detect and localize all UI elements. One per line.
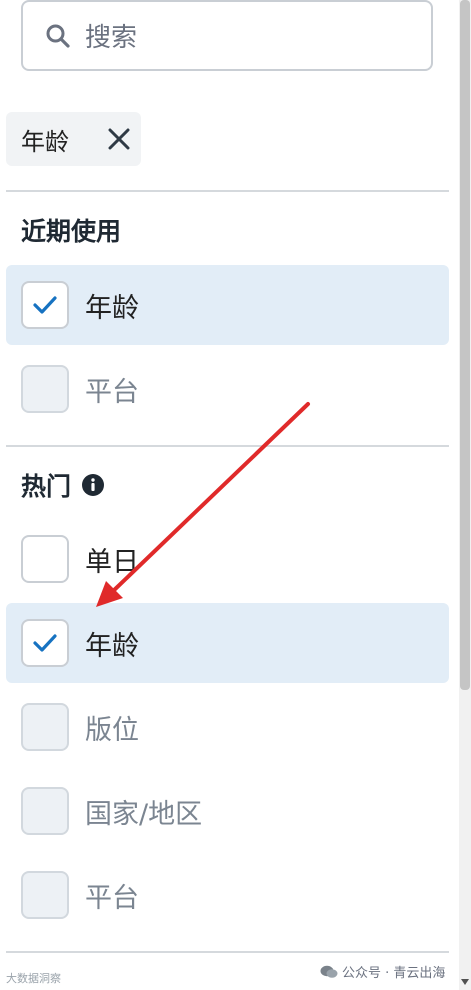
watermark-right-text: 公众号 · 青云出海 [342, 966, 446, 981]
section-divider [6, 445, 449, 447]
search-input[interactable]: 搜索 [21, 0, 433, 71]
active-filter-label: 年龄 [21, 127, 69, 156]
checkbox-unchecked[interactable] [21, 703, 69, 751]
popular-option-day[interactable]: 单日 [6, 519, 449, 599]
popular-option-platform[interactable]: 平台 [6, 855, 449, 935]
active-filter-chip: 年龄 [6, 112, 141, 166]
recent-option-platform[interactable]: 平台 [6, 349, 449, 429]
wechat-icon [320, 965, 338, 978]
search-placeholder: 搜索 [85, 23, 138, 53]
checkbox-unchecked[interactable] [21, 787, 69, 835]
option-label: 国家/地区 [85, 798, 203, 830]
section-divider [6, 951, 449, 953]
watermark-left: 大数据洞察 [6, 972, 61, 985]
checkbox-unchecked[interactable] [21, 871, 69, 919]
popular-option-age[interactable]: 年龄 [6, 603, 449, 683]
popular-option-placement[interactable]: 版位 [6, 687, 449, 767]
option-label: 年龄 [85, 292, 139, 324]
popular-option-country[interactable]: 国家/地区 [6, 771, 449, 851]
checkbox-checked[interactable] [21, 281, 69, 329]
recent-option-age[interactable]: 年龄 [6, 265, 449, 345]
scrollbar[interactable] [459, 0, 471, 990]
option-label: 单日 [85, 546, 139, 578]
popular-section-title: 热门 [21, 467, 105, 503]
popular-title-text: 热门 [21, 472, 72, 501]
checkmark-icon [33, 634, 57, 652]
section-divider [6, 190, 449, 192]
scroll-down-arrow-icon[interactable] [461, 978, 469, 986]
checkmark-icon [33, 296, 57, 314]
checkbox-unchecked[interactable] [21, 365, 69, 413]
option-label: 版位 [85, 714, 139, 746]
recent-section-title: 近期使用 [21, 212, 121, 248]
option-label: 平台 [85, 376, 139, 408]
checkbox-unchecked[interactable] [21, 535, 69, 583]
recent-title-text: 近期使用 [21, 217, 122, 246]
search-icon [45, 23, 71, 49]
scrollbar-thumb[interactable] [460, 0, 470, 690]
option-label: 年龄 [85, 630, 139, 662]
option-label: 平台 [85, 882, 139, 914]
checkbox-checked[interactable] [21, 619, 69, 667]
info-icon[interactable] [81, 473, 105, 497]
close-icon[interactable] [105, 125, 133, 153]
watermark-right: 公众号 · 青云出海 [320, 962, 445, 981]
